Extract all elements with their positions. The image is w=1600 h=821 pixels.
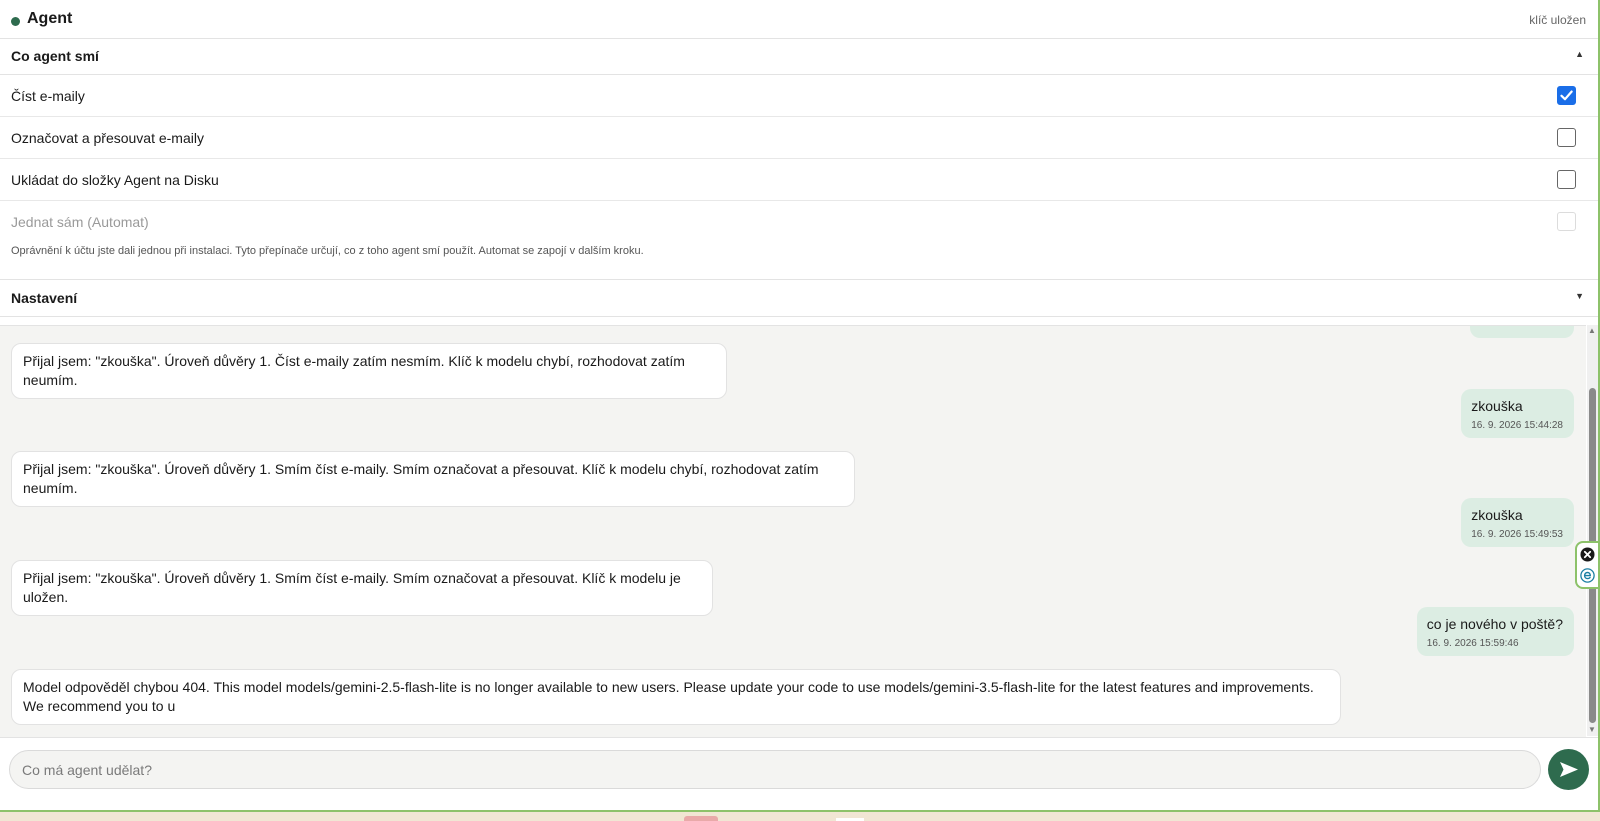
desktop-strip — [0, 812, 1600, 821]
status-dot — [11, 17, 20, 26]
close-circle-icon[interactable] — [1580, 547, 1595, 562]
agent-message-text: Přijal jsem: "zkouška". Úroveň důvěry 1.… — [23, 353, 685, 388]
read-emails-checkbox[interactable] — [1557, 86, 1576, 105]
settings-section-title: Nastavení — [11, 290, 78, 306]
scroll-down-icon[interactable]: ▼ — [1588, 726, 1596, 734]
permission-row-automat: Jednat sám (Automat) — [0, 201, 1598, 242]
caret-up-icon: ▲ — [1575, 49, 1584, 59]
agent-message-error: Model odpověděl chybou 404. This model m… — [11, 669, 1341, 725]
agent-message-text: Přijal jsem: "zkouška". Úroveň důvěry 1.… — [23, 570, 681, 605]
user-message-text: zkouška — [1471, 398, 1523, 414]
e-logo-icon[interactable] — [1580, 568, 1595, 583]
taskbar-marker — [684, 816, 718, 821]
message-input[interactable] — [9, 750, 1541, 789]
agent-message: Přijal jsem: "zkouška". Úroveň důvěry 1.… — [11, 343, 727, 399]
user-message-partial — [1470, 326, 1574, 338]
permission-label: Číst e-maily — [11, 88, 85, 104]
chat-log[interactable]: Přijal jsem: "zkouška". Úroveň důvěry 1.… — [0, 325, 1586, 737]
save-to-drive-checkbox[interactable] — [1557, 170, 1576, 189]
permissions-section-title: Co agent smí — [11, 48, 99, 64]
agent-message: Přijal jsem: "zkouška". Úroveň důvěry 1.… — [11, 451, 855, 507]
agent-message: Přijal jsem: "zkouška". Úroveň důvěry 1.… — [11, 560, 713, 616]
permission-row-read-emails: Číst e-maily — [0, 75, 1598, 117]
message-composer — [0, 737, 1598, 810]
permission-label: Označovat a přesouvat e-maily — [11, 130, 204, 146]
move-emails-checkbox[interactable] — [1557, 128, 1576, 147]
settings-section-toggle[interactable]: Nastavení ▼ — [0, 279, 1598, 317]
permission-label: Jednat sám (Automat) — [11, 214, 149, 230]
key-status-label: klíč uložen — [1529, 13, 1586, 27]
agent-message-text: Přijal jsem: "zkouška". Úroveň důvěry 1.… — [23, 461, 819, 496]
user-message: zkouška 16. 9. 2026 15:49:53 — [1461, 498, 1574, 547]
message-timestamp: 16. 9. 2026 15:59:46 — [1426, 638, 1519, 649]
agent-message-text: Model odpověděl chybou 404. This model m… — [23, 679, 1314, 714]
permission-row-save-to-drive: Ukládat do složky Agent na Disku — [0, 159, 1598, 201]
send-button[interactable] — [1548, 749, 1589, 790]
permissions-note: Oprávnění k účtu jste dali jednou při in… — [11, 245, 644, 257]
message-timestamp: 16. 9. 2026 15:44:28 — [1471, 420, 1563, 431]
user-message-text: zkouška — [1471, 507, 1523, 523]
user-message: co je nového v poště? 16. 9. 2026 15:59:… — [1416, 607, 1574, 656]
automat-checkbox — [1557, 212, 1576, 231]
chat-scrollbar[interactable]: ▲ ▼ — [1587, 325, 1598, 736]
scroll-up-icon[interactable]: ▲ — [1588, 327, 1596, 335]
message-timestamp: 16. 9. 2026 15:49:53 — [1471, 529, 1563, 540]
agent-panel: Agent klíč uložen Co agent smí ▲ Číst e-… — [0, 0, 1600, 812]
user-message-text: co je nového v poště? — [1426, 616, 1563, 632]
side-extension-widget — [1575, 541, 1598, 589]
send-arrow-icon — [1560, 762, 1578, 777]
permissions-section-toggle[interactable]: Co agent smí ▲ — [0, 38, 1598, 75]
panel-title: Agent — [27, 10, 73, 27]
panel-header: Agent klíč uložen — [0, 0, 1598, 39]
permission-row-move-emails: Označovat a přesouvat e-maily — [0, 117, 1598, 159]
user-message: zkouška 16. 9. 2026 15:44:28 — [1461, 389, 1574, 438]
permission-label: Ukládat do složky Agent na Disku — [11, 172, 219, 188]
caret-down-icon: ▼ — [1575, 291, 1584, 301]
